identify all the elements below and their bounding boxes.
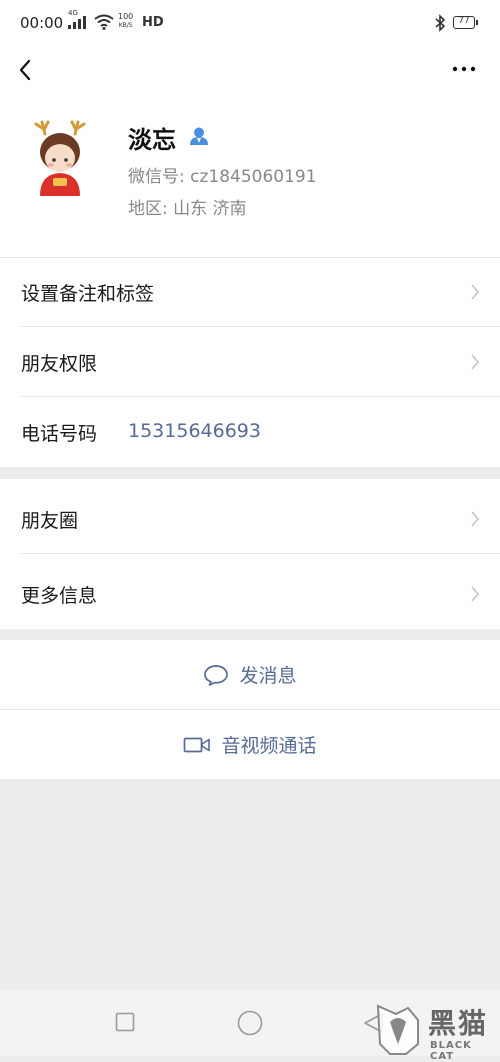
chevron-right-icon: [471, 586, 480, 602]
nav-bar: [0, 48, 500, 96]
profile-card: 淡忘 微信号: cz1845060191 地区: 山东 济南: [0, 96, 500, 257]
send-message-button[interactable]: 发消息: [0, 640, 500, 709]
remark-tags-row[interactable]: 设置备注和标签: [0, 257, 500, 327]
remark-tags-label: 设置备注和标签: [21, 283, 155, 305]
watermark-text: 黑猫: [428, 1007, 489, 1040]
battery-level: 77: [458, 16, 470, 26]
friend-permissions-label: 朋友权限: [21, 353, 98, 375]
contact-name: 淡忘: [128, 126, 176, 154]
watermark-subtext: BLACK CAT: [430, 1040, 472, 1062]
chevron-right-icon: [471, 284, 480, 300]
phone-number-label: 电话号码: [21, 423, 98, 445]
avatar-image: [20, 116, 100, 196]
recent-apps-icon[interactable]: [115, 1012, 135, 1032]
more-info-label: 更多信息: [21, 585, 98, 607]
home-icon[interactable]: [237, 1010, 263, 1036]
signal-icon: [68, 15, 86, 29]
network-speed: 100 KB/S: [118, 12, 134, 29]
status-time: 00:00: [20, 14, 64, 32]
back-arrow-icon[interactable]: [14, 56, 38, 84]
contact-info-group: 朋友圈 更多信息: [0, 479, 500, 629]
status-bar: 00:00 4G 100 KB/S HD 77: [0, 0, 500, 48]
wechat-id: 微信号: cz1845060191: [128, 167, 317, 187]
av-call-button[interactable]: 音视频通话: [0, 710, 500, 779]
moments-label: 朋友圈: [21, 510, 79, 532]
video-camera-icon: [184, 737, 211, 752]
bluetooth-icon: [435, 14, 446, 32]
wifi-icon: [94, 14, 114, 30]
more-options-icon[interactable]: [450, 64, 478, 74]
send-message-label: 发消息: [239, 665, 297, 687]
contact-badge-icon: [190, 127, 208, 145]
av-call-label: 音视频通话: [221, 735, 317, 757]
phone-number-link[interactable]: 15315646693: [128, 420, 261, 442]
region: 地区: 山东 济南: [128, 199, 247, 219]
battery-icon: 77: [453, 16, 478, 29]
chevron-right-icon: [471, 354, 480, 370]
more-info-row[interactable]: 更多信息: [0, 559, 500, 629]
contact-settings-group: 设置备注和标签 朋友权限 电话号码 15315646693: [0, 257, 500, 467]
avatar[interactable]: [20, 116, 100, 196]
chevron-right-icon: [471, 511, 480, 527]
phone-number-row: 电话号码 15315646693: [0, 397, 500, 467]
moments-row[interactable]: 朋友圈: [0, 484, 500, 554]
chat-bubble-icon: [204, 664, 229, 686]
friend-permissions-row[interactable]: 朋友权限: [0, 327, 500, 397]
hd-indicator: HD: [142, 15, 164, 30]
